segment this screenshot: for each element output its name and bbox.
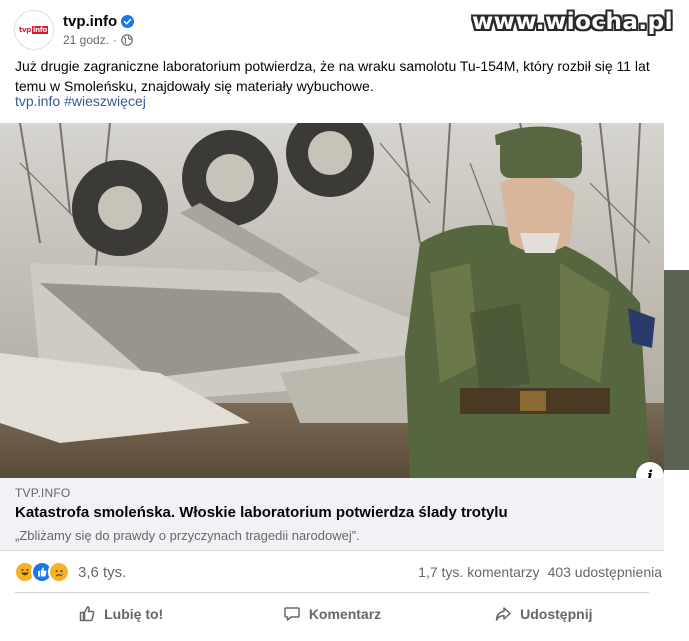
reaction-count[interactable]: 3,6 tys. bbox=[78, 564, 126, 581]
meta-separator: · bbox=[113, 33, 118, 47]
comments-count[interactable]: 1,7 tys. komentarzy bbox=[418, 564, 539, 580]
page-name-row: tvp.info bbox=[63, 13, 135, 30]
comment-button[interactable]: Komentarz bbox=[226, 596, 437, 632]
watermark-text: www.wiocha.pl bbox=[471, 9, 673, 35]
like-button[interactable]: Lubię to! bbox=[15, 596, 226, 632]
action-bar: Lubię to! Komentarz Udostępnij bbox=[15, 596, 649, 632]
link-preview[interactable]: TVP.INFO Katastrofa smoleńska. Włoskie l… bbox=[0, 478, 664, 551]
reaction-summary[interactable]: 3,6 tys. bbox=[14, 561, 126, 583]
post-text: Już drugie zagraniczne laboratorium potw… bbox=[15, 58, 650, 94]
comment-button-label: Komentarz bbox=[308, 606, 382, 622]
page-avatar[interactable]: tvp info bbox=[14, 10, 54, 50]
post-photo[interactable] bbox=[0, 123, 664, 478]
facebook-post: tvp info tvp.info 21 godz. · www.wiocha.… bbox=[0, 0, 689, 641]
comment-icon bbox=[284, 607, 300, 621]
avatar-logo: tvp info bbox=[19, 25, 49, 35]
photo-illustration bbox=[0, 123, 664, 478]
avatar-logo-info: info bbox=[32, 26, 49, 34]
post-meta: 21 godz. · bbox=[63, 33, 134, 47]
link-title[interactable]: Katastrofa smoleńska. Włoskie laboratori… bbox=[15, 504, 508, 521]
globe-icon[interactable] bbox=[121, 34, 133, 46]
link-domain: TVP.INFO bbox=[15, 486, 71, 500]
like-button-label: Lubię to! bbox=[104, 606, 164, 622]
avatar-logo-tvp: tvp bbox=[19, 26, 32, 34]
sad-icon bbox=[48, 561, 70, 583]
share-button[interactable]: Udostępnij bbox=[438, 596, 649, 632]
post-time[interactable]: 21 godz. bbox=[63, 33, 109, 47]
share-button-label: Udostępnij bbox=[520, 606, 593, 622]
shares-count[interactable]: 403 udostępnienia bbox=[548, 564, 662, 580]
hashtag-link[interactable]: #wieszwięcej bbox=[64, 93, 146, 109]
hashtag-link[interactable]: tvp.info bbox=[15, 93, 60, 109]
engagement-stats: 1,7 tys. komentarzy 403 udostępnienia bbox=[418, 564, 662, 580]
link-description: „Zbliżamy się do prawdy o przyczynach tr… bbox=[15, 528, 360, 543]
page-meta: tvp.info 21 godz. · bbox=[63, 13, 135, 47]
adjacent-content-strip bbox=[664, 270, 689, 470]
post-header: tvp info tvp.info 21 godz. · bbox=[14, 8, 135, 52]
share-icon bbox=[495, 607, 511, 621]
page-name[interactable]: tvp.info bbox=[63, 13, 117, 30]
thumbs-up-icon bbox=[79, 606, 95, 622]
actions-divider bbox=[15, 592, 649, 593]
verified-badge-icon bbox=[121, 15, 135, 28]
post-hashtags: tvp.info #wieszwięcej bbox=[15, 93, 150, 109]
